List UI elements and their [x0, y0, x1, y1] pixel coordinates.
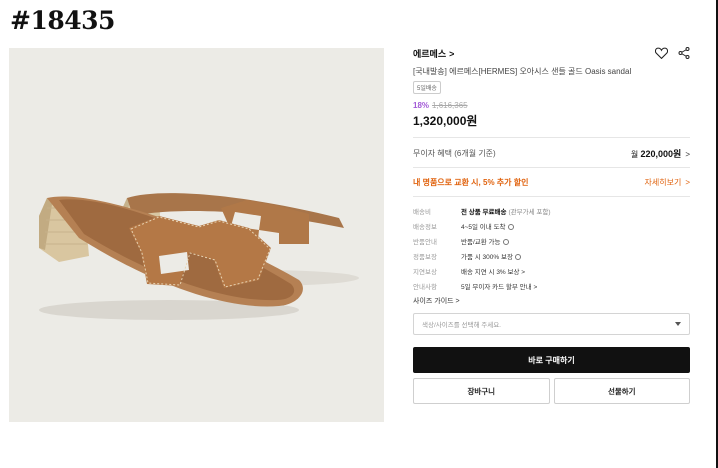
info-row-notice[interactable]: 안내사항 5일 무이자 카드 할부 안내 >	[413, 278, 690, 293]
brand-name: 에르메스	[413, 48, 447, 59]
product-title: [국내발송] 에르메스[HERMES] 오아시스 샌들 골드 Oasis san…	[413, 67, 632, 76]
sandal-illustration	[9, 48, 384, 422]
info-value-sub: (관부가세 포함)	[508, 208, 551, 216]
buy-now-button[interactable]: 바로 구매하기	[413, 347, 690, 373]
delivery-badge: 5일배송	[413, 81, 441, 94]
info-label: 지연보상	[413, 268, 437, 276]
product-image[interactable]	[9, 48, 384, 422]
original-price: 1,616,365	[432, 101, 468, 110]
info-row-shipping-info: 배송정보 4~5일 이내 도착	[413, 218, 690, 233]
info-label: 배송비	[413, 208, 431, 216]
option-select-placeholder: 색상/사이즈를 선택해 주세요.	[422, 322, 501, 329]
info-label: 정품보장	[413, 253, 437, 261]
info-value: 반품/교환 가능	[461, 236, 509, 246]
info-value: 4~5일 이내 도착	[461, 221, 514, 231]
installment-amount-group: 월 220,000원 >	[631, 147, 690, 160]
chevron-right-icon: >	[521, 268, 526, 276]
trade-in-more-text: 자세히보기	[644, 177, 682, 187]
brand-row: 에르메스 >	[413, 44, 690, 62]
info-value: 5일 무이자 카드 할부 안내 >	[461, 281, 537, 291]
info-label: 반품안내	[413, 238, 437, 246]
info-label: 안내사항	[413, 283, 437, 291]
info-value-text: 4~5일 이내 도착	[461, 223, 506, 231]
info-value-text: 5일 무이자 카드 할부 안내	[461, 283, 532, 291]
info-value-text: 반품/교환 가능	[461, 238, 501, 246]
info-row-delay-compensation[interactable]: 지연보상 배송 지연 시 3% 보상 >	[413, 263, 690, 278]
chevron-right-icon: >	[449, 48, 455, 59]
chevron-down-icon	[675, 322, 681, 326]
secondary-buttons: 장바구니 선물하기	[413, 378, 690, 404]
info-label: 배송정보	[413, 223, 437, 231]
share-icon[interactable]	[678, 47, 690, 59]
sale-price: 1,320,000원	[413, 114, 478, 128]
discount-row: 18% 1,616,365	[413, 101, 690, 110]
info-value-text: 가품 시 300% 보장	[461, 253, 513, 261]
info-value-text: 전 상품 무료배송	[461, 208, 507, 216]
action-icons	[655, 47, 690, 59]
info-icon[interactable]	[514, 253, 521, 260]
info-icon[interactable]	[502, 238, 509, 245]
installment-label-group: 무이자 혜택 (6개월 기준)	[413, 148, 496, 159]
info-row-shipping-fee: 배송비 전 상품 무료배송 (관부가세 포함)	[413, 203, 690, 218]
installment-amount: 220,000원	[640, 148, 682, 159]
chevron-right-icon: >	[685, 177, 690, 187]
add-to-cart-button[interactable]: 장바구니	[413, 378, 550, 404]
brand-link[interactable]: 에르메스 >	[413, 47, 454, 60]
gift-button[interactable]: 선물하기	[553, 378, 690, 404]
listing-id: #18435	[10, 6, 115, 35]
discount-rate: 18%	[413, 101, 430, 110]
info-row-return: 반품안내 반품/교환 가능	[413, 233, 690, 248]
option-select[interactable]: 색상/사이즈를 선택해 주세요.	[413, 313, 690, 335]
chevron-right-icon: >	[533, 283, 538, 291]
shipping-info-list: 배송비 전 상품 무료배송 (관부가세 포함) 배송정보 4~5일 이내 도착 반…	[413, 203, 690, 293]
heart-icon[interactable]	[655, 47, 668, 59]
info-row-authenticity: 정품보장 가품 시 300% 보장	[413, 248, 690, 263]
info-value: 전 상품 무료배송 (관부가세 포함)	[461, 206, 551, 216]
info-value: 배송 지연 시 3% 보상 >	[461, 266, 525, 276]
installment-label: 무이자 혜택	[413, 148, 453, 158]
chevron-right-icon: >	[685, 149, 690, 159]
installment-prefix: 월	[630, 149, 639, 159]
product-detail-panel: 에르메스 > [국내발송] 에르메스[HERMES] 오아시스 샌들 골드 Oas…	[413, 44, 690, 404]
info-icon[interactable]	[507, 223, 514, 230]
info-value: 가품 시 300% 보장	[461, 251, 521, 261]
trade-in-row[interactable]: 내 명품으로 교환 시, 5% 추가 할인 자세히보기 >	[413, 171, 690, 193]
size-guide-link[interactable]: 사이즈 가이드 >	[413, 296, 690, 306]
divider	[413, 196, 690, 197]
divider	[413, 167, 690, 168]
divider	[413, 137, 690, 138]
installment-sub: (6개월 기준)	[454, 148, 496, 158]
installment-row[interactable]: 무이자 혜택 (6개월 기준) 월 220,000원 >	[413, 142, 690, 164]
info-value-text: 배송 지연 시 3% 보상	[461, 268, 520, 276]
trade-in-label: 내 명품으로 교환 시, 5% 추가 할인	[413, 177, 529, 187]
trade-in-more-link[interactable]: 자세히보기 >	[645, 177, 690, 188]
